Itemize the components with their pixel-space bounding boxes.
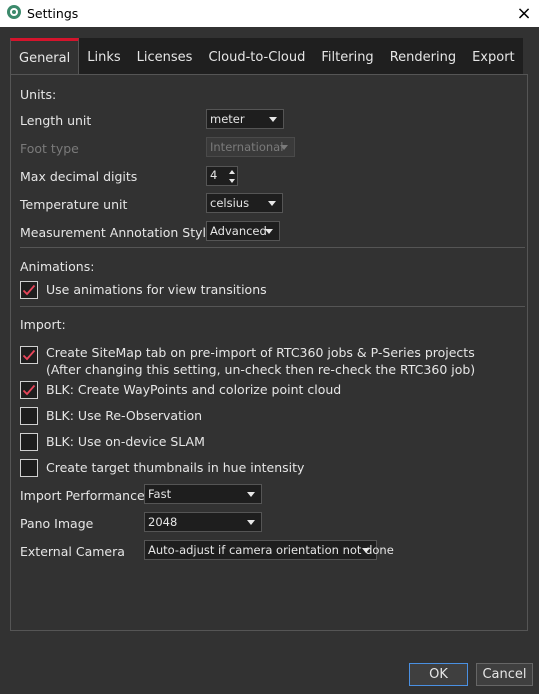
slam-label: BLK: Use on-device SLAM xyxy=(46,434,205,449)
chevron-down-icon xyxy=(280,145,288,150)
thumbnails-label: Create target thumbnails in hue intensit… xyxy=(46,460,305,475)
tab-rendering[interactable]: Rendering xyxy=(381,38,465,74)
external-camera-label: External Camera xyxy=(20,544,125,559)
slam-checkbox[interactable] xyxy=(20,433,38,451)
reobservation-row[interactable]: BLK: Use Re-Observation xyxy=(20,407,202,425)
separator xyxy=(20,247,525,248)
reobservation-checkbox[interactable] xyxy=(20,407,38,425)
chevron-down-icon xyxy=(265,229,273,234)
close-icon[interactable]: × xyxy=(509,0,539,27)
separator xyxy=(20,306,525,307)
thumbnails-row[interactable]: Create target thumbnails in hue intensit… xyxy=(20,459,304,477)
use-animations-label: Use animations for view transitions xyxy=(46,282,267,297)
import-performance-select[interactable]: Fast xyxy=(144,484,262,504)
sitemap-row[interactable]: Create SiteMap tab on pre-import of RTC3… xyxy=(20,344,475,378)
checkmark-icon xyxy=(22,284,36,296)
waypoints-checkbox[interactable] xyxy=(20,381,38,399)
ok-button[interactable]: OK xyxy=(409,663,468,686)
annotation-style-select[interactable]: Advanced xyxy=(206,221,280,241)
pano-image-select[interactable]: 2048 xyxy=(144,512,262,532)
chevron-down-icon xyxy=(247,492,255,497)
chevron-down-icon xyxy=(269,117,277,122)
temperature-unit-select[interactable]: celsius xyxy=(206,193,283,213)
import-section-label: Import: xyxy=(20,317,66,332)
annotation-style-label: Measurement Annotation Style xyxy=(20,225,214,240)
sitemap-label-line1: Create SiteMap tab on pre-import of RTC3… xyxy=(46,345,475,360)
settings-tabs: General Links Licenses Cloud-to-Cloud Fi… xyxy=(10,38,523,74)
max-decimal-digits-spinbox[interactable]: 4 xyxy=(206,166,238,186)
checkmark-icon xyxy=(22,384,36,396)
foot-type-select: International xyxy=(206,137,295,157)
tab-general[interactable]: General xyxy=(10,38,80,74)
slam-row[interactable]: BLK: Use on-device SLAM xyxy=(20,433,205,451)
app-logo-icon xyxy=(7,5,21,19)
chevron-down-icon xyxy=(362,548,370,553)
reobservation-label: BLK: Use Re-Observation xyxy=(46,408,203,423)
tab-links[interactable]: Links xyxy=(79,38,129,74)
length-unit-label: Length unit xyxy=(20,113,92,128)
import-performance-label: Import Performance xyxy=(20,488,145,503)
tab-export[interactable]: Export xyxy=(464,38,523,74)
thumbnails-checkbox[interactable] xyxy=(20,459,38,477)
sitemap-label-line2: (After changing this setting, un-check t… xyxy=(46,362,476,377)
window-title: Settings xyxy=(27,6,79,21)
general-panel: Units: Length unit meter Foot type Inter… xyxy=(10,74,528,631)
pano-image-label: Pano Image xyxy=(20,516,94,531)
units-section-label: Units: xyxy=(20,87,57,102)
tab-licenses[interactable]: Licenses xyxy=(128,38,201,74)
max-decimal-digits-value: 4 xyxy=(210,168,218,182)
chevron-down-icon xyxy=(268,201,276,206)
waypoints-label: BLK: Create WayPoints and colorize point… xyxy=(46,382,342,397)
title-bar: Settings × xyxy=(0,0,539,27)
foot-type-label: Foot type xyxy=(20,141,79,156)
temperature-unit-label: Temperature unit xyxy=(20,197,128,212)
sitemap-checkbox[interactable] xyxy=(20,346,38,364)
tab-cloud-to-cloud[interactable]: Cloud-to-Cloud xyxy=(200,38,314,74)
max-decimal-digits-label: Max decimal digits xyxy=(20,169,138,184)
tab-filtering[interactable]: Filtering xyxy=(313,38,382,74)
cancel-button[interactable]: Cancel xyxy=(476,663,533,686)
animations-section-label: Animations: xyxy=(20,259,95,274)
use-animations-checkbox[interactable] xyxy=(20,281,38,299)
external-camera-select[interactable]: Auto-adjust if camera orientation not do… xyxy=(144,540,394,560)
spin-down-icon[interactable] xyxy=(226,176,237,185)
spin-up-icon[interactable] xyxy=(226,167,237,176)
use-animations-row[interactable]: Use animations for view transitions xyxy=(20,281,267,299)
checkmark-icon xyxy=(22,349,36,361)
length-unit-select[interactable]: meter xyxy=(206,109,284,129)
chevron-down-icon xyxy=(247,520,255,525)
waypoints-row[interactable]: BLK: Create WayPoints and colorize point… xyxy=(20,381,341,399)
